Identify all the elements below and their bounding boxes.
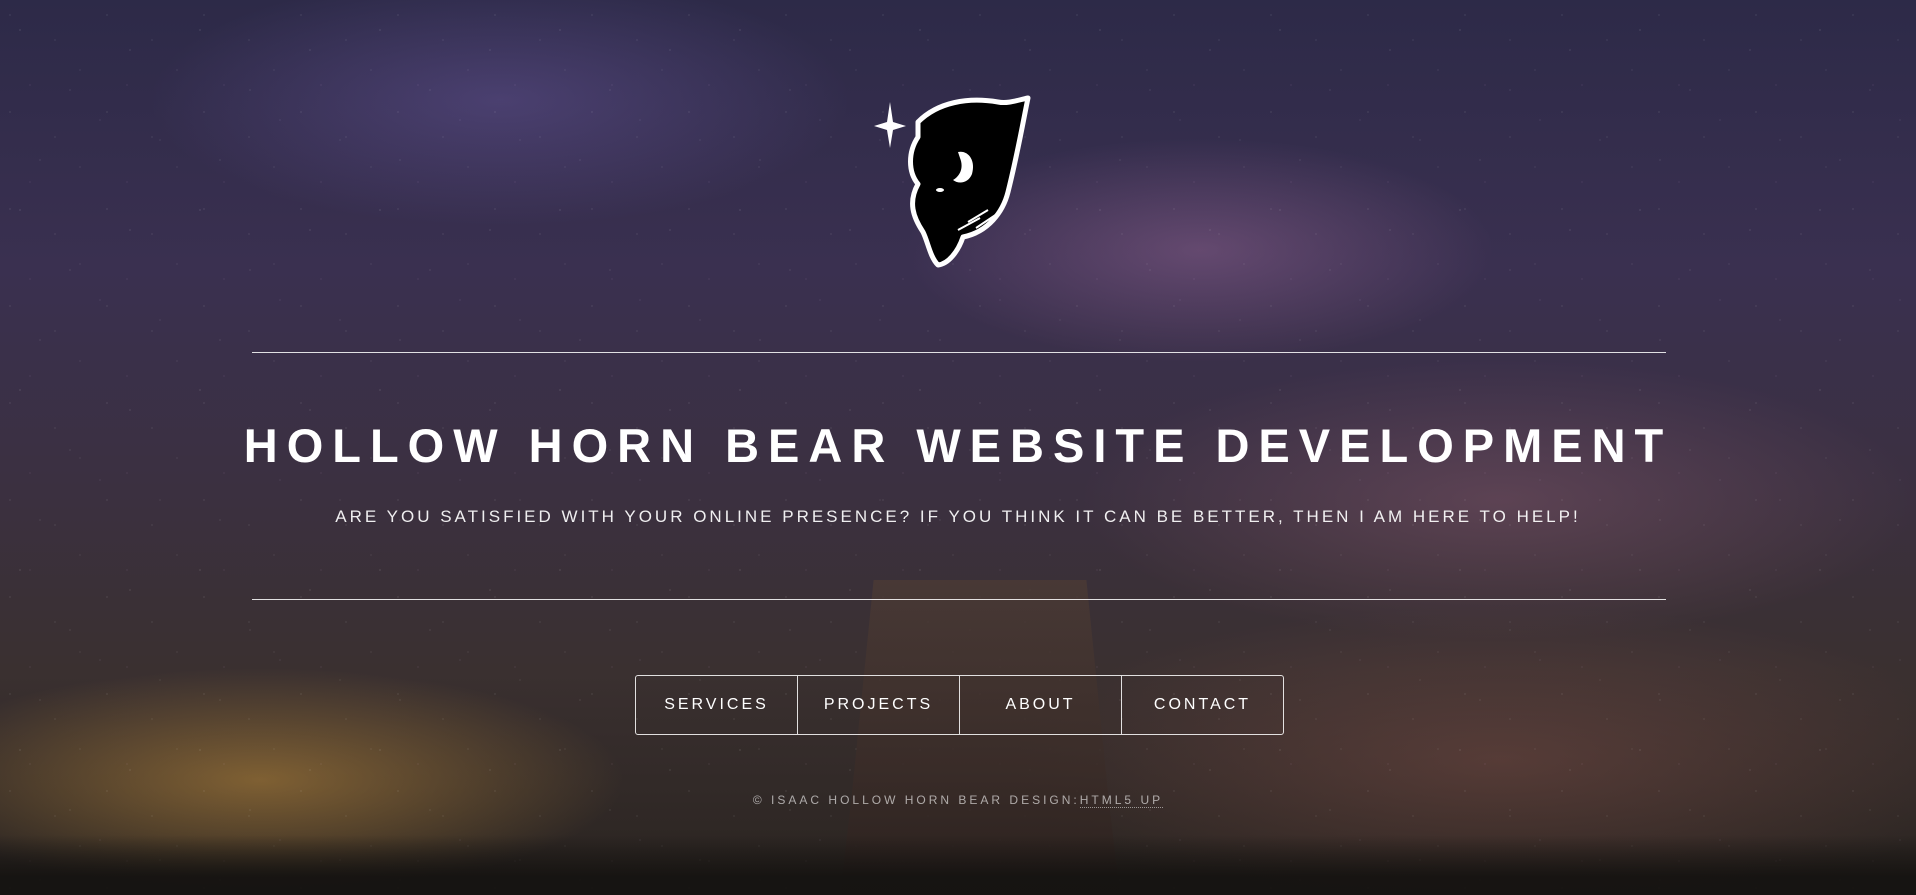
nav-item-projects[interactable]: PROJECTS [797, 676, 959, 734]
main-nav: SERVICES PROJECTS ABOUT CONTACT [635, 675, 1284, 735]
footer-credit-link[interactable]: HTML5 UP [1079, 793, 1164, 808]
site-tagline: ARE YOU SATISFIED WITH YOUR ONLINE PRESE… [335, 507, 1581, 526]
footer-copyright: © ISAAC HOLLOW HORN BEAR DESIGN: [752, 793, 1080, 807]
site-title: HOLLOW HORN BEAR WEBSITE DEVELOPMENT [243, 419, 1673, 472]
page-background: HOLLOW HORN BEAR WEBSITE DEVELOPMENT ARE… [0, 0, 1916, 895]
nav-item-services[interactable]: SERVICES [636, 676, 797, 734]
bison-head-logo-icon [868, 92, 1048, 272]
treeline-silhouette [0, 835, 1916, 895]
header-bottom-rule [252, 599, 1666, 600]
nav-item-contact[interactable]: CONTACT [1121, 676, 1283, 734]
nav-item-about[interactable]: ABOUT [959, 676, 1121, 734]
header-top-rule [252, 352, 1666, 353]
site-footer: © ISAAC HOLLOW HORN BEAR DESIGN:HTML5 UP [0, 793, 1916, 808]
